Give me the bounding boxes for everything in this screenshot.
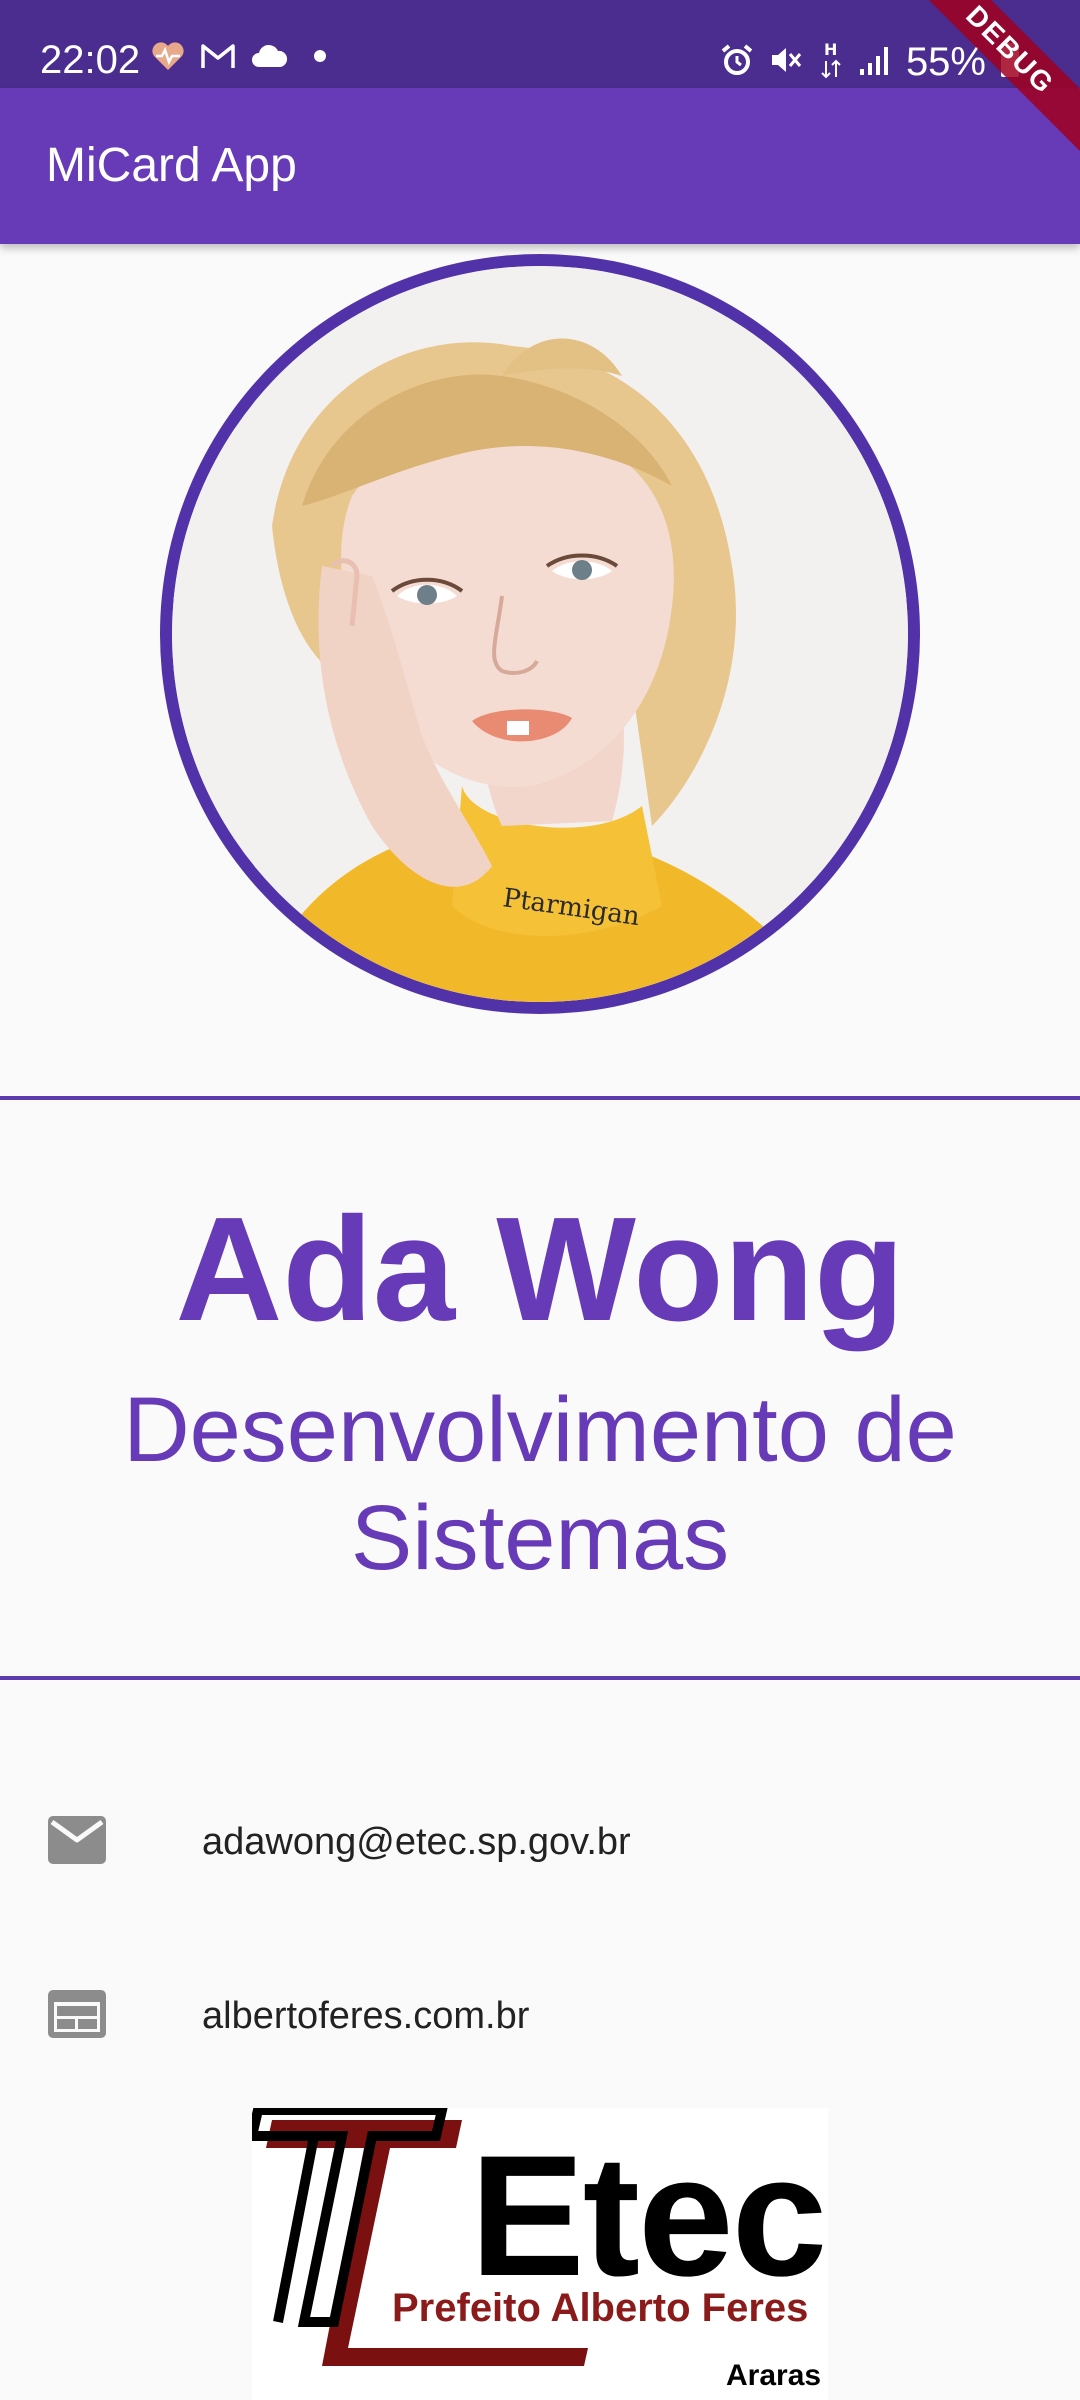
profile-role: Desenvolvimento de Sistemas [123,1379,957,1589]
web-icon [46,1986,108,2042]
email-text: adawong@etec.sp.gov.br [202,1821,631,1863]
battery-percent: 55% [905,40,986,84]
web-text: albertoferes.com.br [202,1995,530,2037]
status-bar: 22:02 H 55% [0,0,1080,88]
heart-monitor-icon [150,40,186,77]
logo-title: Etec [470,2120,827,2312]
dot-icon [302,42,330,75]
alarm-icon [720,43,754,82]
app-bar: MiCard App [0,88,1080,244]
logo-subtitle: Prefeito Alberto Feres [392,2286,809,2330]
etec-logo: Etec Prefeito Alberto Feres Araras [252,2108,828,2400]
gmail-icon [200,42,236,75]
avatar[interactable]: Ptarmigan [172,266,908,1002]
status-left-icons [150,40,330,77]
svg-text:H: H [824,41,837,59]
contact-web-row[interactable]: albertoferes.com.br [0,1956,1080,2076]
divider-top [0,1096,1080,1100]
data-h-icon: H [818,40,844,84]
logo-city: Araras [726,2359,822,2392]
app-title: MiCard App [46,139,297,192]
mute-icon [768,43,804,82]
profile-name: Ada Wong [175,1187,905,1352]
contact-email-row[interactable]: adawong@etec.sp.gov.br [0,1782,1080,1902]
signal-icon [858,43,892,82]
status-time: 22:02 [40,38,141,82]
email-icon [46,1812,108,1868]
avatar-ring: Ptarmigan [160,254,920,1014]
cloud-icon [250,43,288,74]
divider-bottom [0,1676,1080,1680]
profile-photo: Ptarmigan [172,266,908,1002]
